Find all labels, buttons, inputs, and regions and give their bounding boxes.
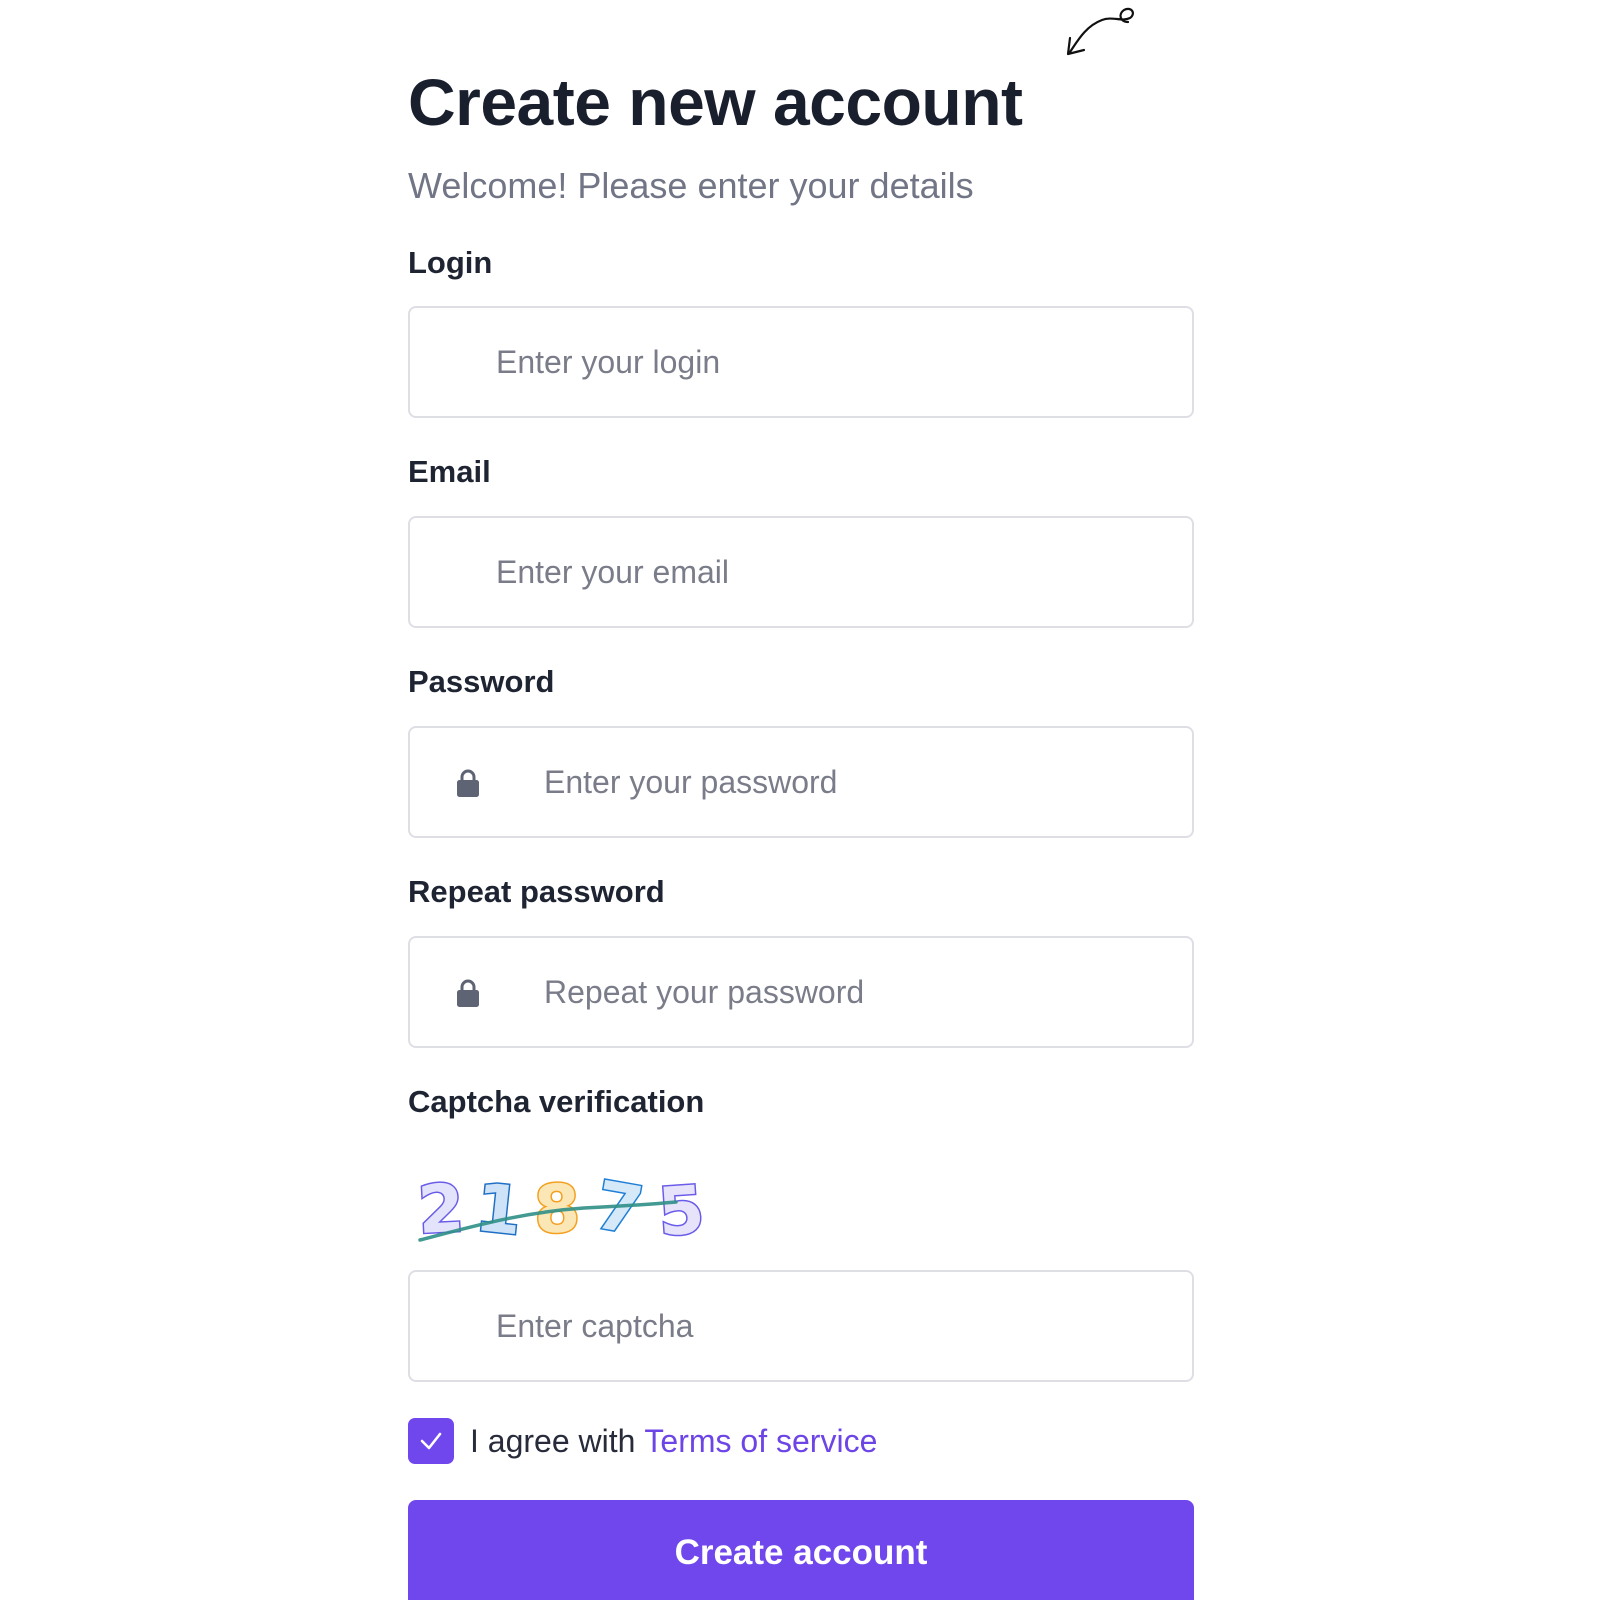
email-input[interactable]: [494, 518, 1172, 626]
captcha-digit: 1: [472, 1169, 526, 1248]
terms-text: I agree with: [470, 1422, 636, 1459]
terms-checkbox[interactable]: [408, 1418, 454, 1464]
login-input[interactable]: [494, 308, 1172, 416]
password-label: Password: [408, 664, 555, 699]
terms-of-service-link[interactable]: Terms of service: [644, 1423, 877, 1460]
captcha-digit: 5: [656, 1171, 707, 1248]
repeat-password-input[interactable]: [542, 938, 1172, 1046]
captcha-input[interactable]: [494, 1272, 1172, 1380]
terms-agreement: I agree with Terms of service: [408, 1416, 877, 1466]
captcha-field[interactable]: [408, 1270, 1194, 1382]
captcha-image: 2 1 8 7 5: [415, 1168, 709, 1248]
captcha-label: Captcha verification: [408, 1084, 705, 1119]
email-field[interactable]: [408, 516, 1194, 628]
lock-icon: [457, 769, 479, 797]
repeat-password-label: Repeat password: [408, 874, 665, 909]
login-label: Login: [408, 245, 493, 280]
lock-icon: [457, 979, 479, 1007]
create-account-button[interactable]: Create account: [408, 1500, 1194, 1600]
page-subtitle: Welcome! Please enter your details: [408, 165, 974, 206]
password-input[interactable]: [542, 728, 1172, 836]
password-field[interactable]: [408, 726, 1194, 838]
checkmark-icon: [420, 1432, 442, 1450]
repeat-password-field[interactable]: [408, 936, 1194, 1048]
login-field[interactable]: [408, 306, 1194, 418]
email-label: Email: [408, 454, 491, 489]
arrow-doodle-icon: [1066, 7, 1134, 56]
page-title: Create new account: [408, 65, 1023, 139]
signup-page: Create new account Welcome! Please enter…: [0, 0, 1600, 1600]
